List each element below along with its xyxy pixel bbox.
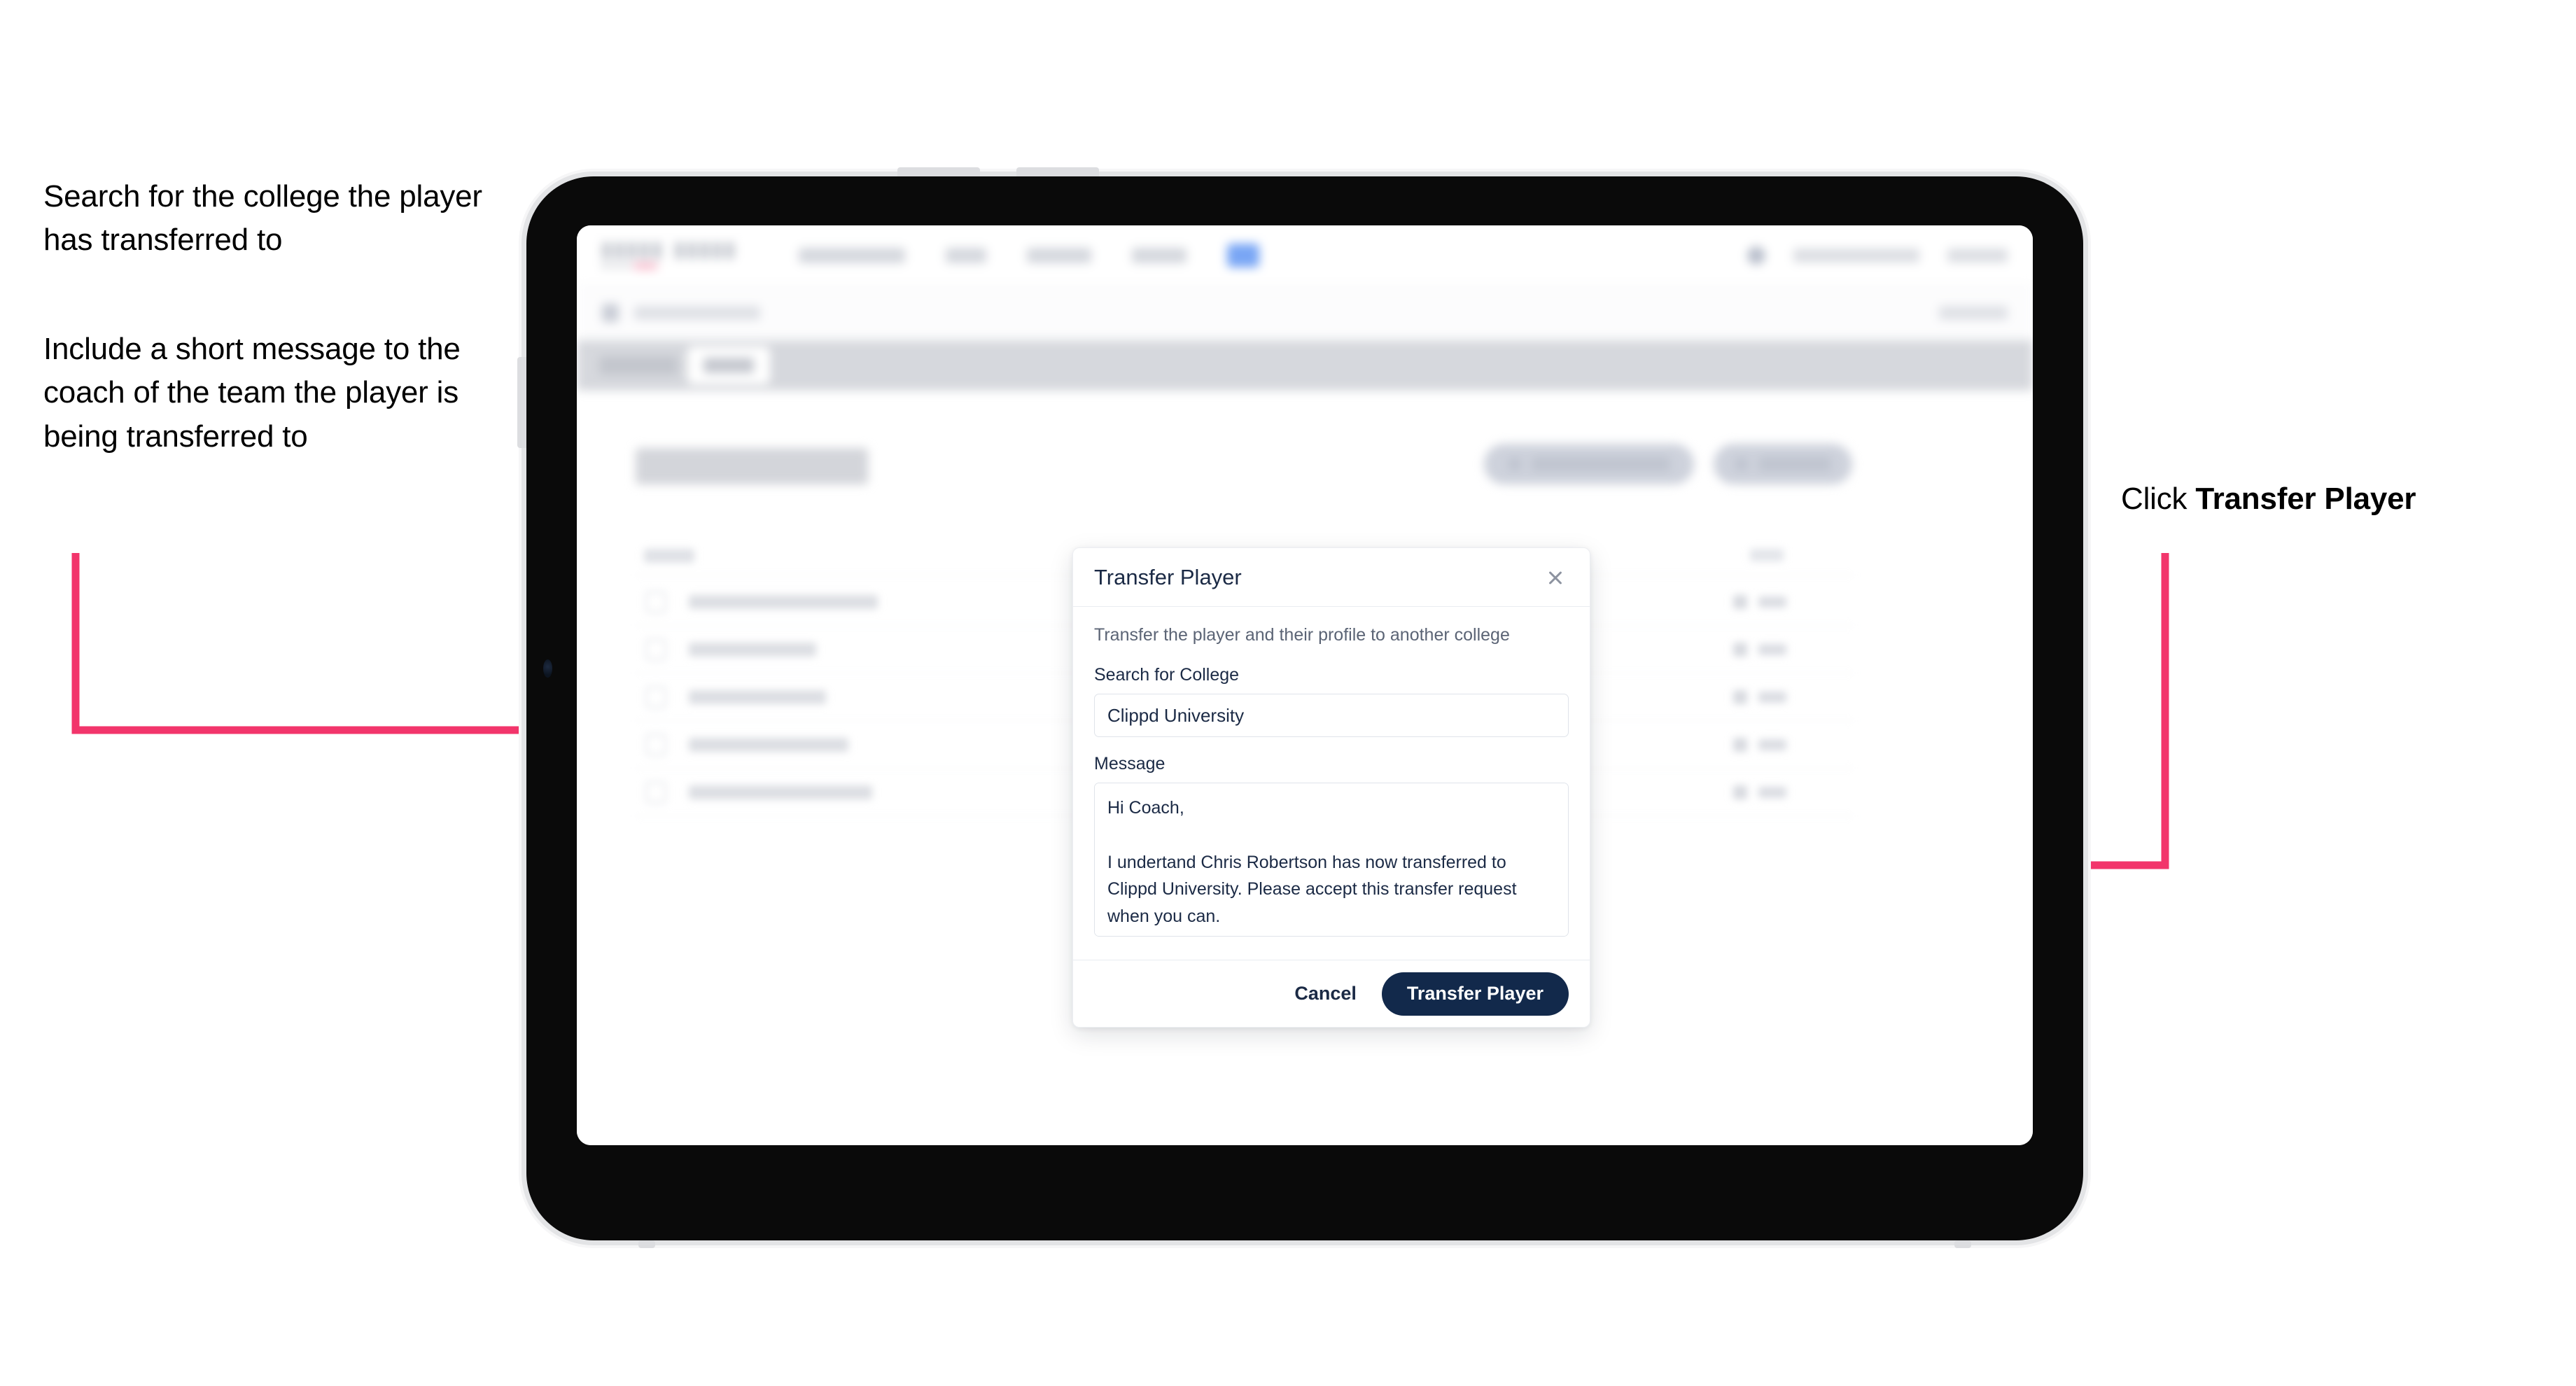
screenshot-stage: Search for the college the player has tr… — [0, 0, 2576, 1386]
volume-down-button[interactable] — [1016, 167, 1099, 176]
transfer-player-button[interactable]: Transfer Player — [1381, 972, 1569, 1016]
breadcrumb[interactable] — [634, 306, 760, 320]
row-checkbox[interactable] — [645, 686, 666, 708]
message-textarea[interactable] — [1094, 783, 1569, 937]
dialog-footer: Cancel Transfer Player — [1073, 960, 1590, 1027]
tab-roster[interactable] — [687, 346, 770, 384]
annotation-include-message: Include a short message to the coach of … — [43, 332, 461, 454]
pencil-icon — [1733, 595, 1747, 609]
search-college-label: Search for College — [1094, 665, 1240, 685]
add-player-button[interactable] — [1714, 444, 1852, 484]
transfer-icon — [1508, 457, 1522, 471]
power-button[interactable] — [517, 357, 526, 448]
pencil-icon — [1733, 738, 1747, 752]
pencil-icon — [1733, 690, 1747, 704]
edit-link[interactable] — [1758, 739, 1786, 750]
plus-icon — [1735, 457, 1749, 471]
app-tab-bar — [577, 340, 2033, 391]
cancel-button[interactable]: Cancel — [1287, 977, 1364, 1010]
page-title — [636, 448, 868, 484]
nav-link-tournaments[interactable] — [799, 248, 905, 263]
request-roster-transfer-button[interactable] — [1484, 444, 1694, 484]
nav-sign-out[interactable] — [1947, 248, 2008, 262]
dialog-title: Transfer Player — [1094, 564, 1242, 589]
front-camera-icon — [543, 659, 552, 678]
dialog-header: Transfer Player — [1073, 548, 1590, 607]
app-nav-right — [1747, 246, 2008, 265]
nav-link-leaderboard[interactable] — [1027, 248, 1091, 263]
message-label: Message — [1094, 754, 1166, 774]
row-checkbox[interactable] — [645, 591, 666, 613]
dialog-body: Transfer the player and their profile to… — [1073, 607, 1590, 960]
annotation-right-prefix: Click — [2121, 482, 2196, 516]
pencil-icon — [1733, 785, 1747, 799]
device-foot-right — [1954, 1240, 1971, 1248]
device-foot-left — [638, 1240, 655, 1248]
row-checkbox[interactable] — [645, 734, 666, 756]
volume-up-button[interactable] — [897, 167, 980, 176]
breadcrumb-icon — [602, 304, 619, 322]
search-college-input[interactable] — [1094, 694, 1569, 737]
nav-user-email[interactable] — [1793, 248, 1919, 262]
annotation-right-emphasis: Transfer Player — [2195, 482, 2416, 516]
tablet-screen: Transfer Player Transfer the player and … — [577, 225, 2033, 1145]
edit-link[interactable] — [1758, 596, 1786, 608]
app-breadcrumb-bar — [577, 286, 2033, 340]
transfer-player-dialog: Transfer Player Transfer the player and … — [1072, 547, 1590, 1028]
annotation-click-transfer-player: Click Transfer Player — [2121, 477, 2555, 521]
breadcrumb-cancel-button[interactable] — [1939, 306, 2008, 320]
app-nav-links — [799, 244, 1259, 267]
annotation-search-college: Search for the college the player has tr… — [43, 179, 482, 258]
dialog-subtitle: Transfer the player and their profile to… — [1094, 625, 1510, 645]
row-checkbox[interactable] — [645, 638, 666, 661]
edit-link[interactable] — [1758, 787, 1786, 798]
app-navbar — [577, 225, 2033, 286]
edit-link[interactable] — [1758, 692, 1786, 703]
nav-link-teams[interactable] — [946, 248, 986, 263]
tablet-device-frame: Transfer Player Transfer the player and … — [517, 167, 2083, 1248]
edit-link[interactable] — [1758, 644, 1786, 655]
close-icon[interactable] — [1542, 564, 1569, 591]
row-checkbox[interactable] — [645, 781, 666, 804]
pencil-icon — [1733, 643, 1747, 657]
nav-link-analytics[interactable] — [1132, 248, 1186, 263]
nav-link-roster-active[interactable] — [1227, 244, 1259, 267]
tab-overview[interactable] — [599, 356, 678, 374]
avatar[interactable] — [1747, 246, 1765, 265]
app-logo[interactable] — [602, 241, 734, 270]
